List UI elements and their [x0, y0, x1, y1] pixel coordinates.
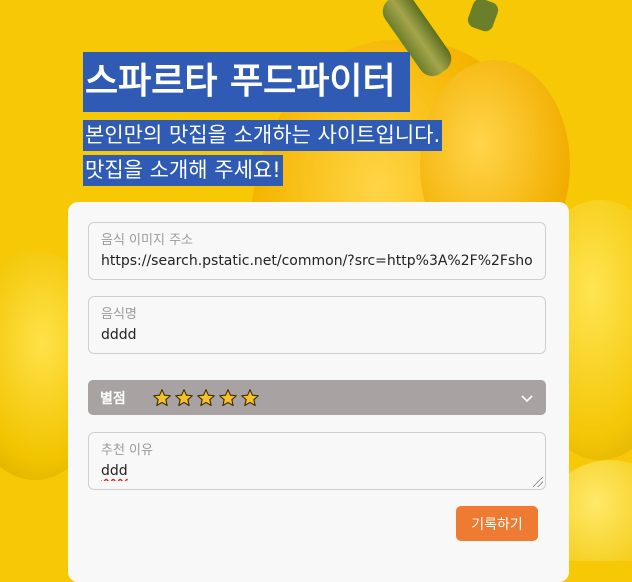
page-title: 스파르타 푸드파이터	[83, 52, 410, 112]
image-url-field[interactable]: 음식 이미지 주소 https://search.pstatic.net/com…	[88, 222, 546, 280]
post-form-card: 음식 이미지 주소 https://search.pstatic.net/com…	[68, 202, 569, 582]
reason-field[interactable]: 추천 이유 ddd	[88, 432, 546, 490]
image-url-input[interactable]: https://search.pstatic.net/common/?src=h…	[101, 251, 533, 271]
rating-label: 별점	[100, 390, 126, 407]
food-name-field[interactable]: 음식명 dddd	[88, 296, 546, 354]
food-name-input[interactable]: dddd	[101, 325, 533, 345]
page-subtitle-line-2: 맛집을 소개해 주세요!	[83, 155, 283, 186]
submit-button[interactable]: 기록하기	[456, 506, 538, 541]
rating-select[interactable]: 별점	[88, 380, 546, 415]
rating-selected-value	[152, 388, 260, 408]
pepper-stem-tip-decoration	[465, 0, 501, 34]
star-icon	[197, 388, 215, 406]
star-icon	[175, 388, 193, 406]
star-icon	[153, 388, 171, 406]
reason-textarea[interactable]: ddd	[101, 461, 533, 481]
page-subtitle-line-1: 본인만의 맛집을 소개하는 사이트입니다.	[83, 120, 443, 151]
chevron-down-icon[interactable]	[520, 391, 534, 405]
reason-label: 추천 이유	[101, 443, 153, 458]
star-icon	[241, 388, 259, 406]
food-name-label: 음식명	[101, 307, 137, 322]
textarea-resize-handle[interactable]	[533, 477, 543, 487]
image-url-label: 음식 이미지 주소	[101, 233, 193, 248]
star-icon	[219, 388, 237, 406]
